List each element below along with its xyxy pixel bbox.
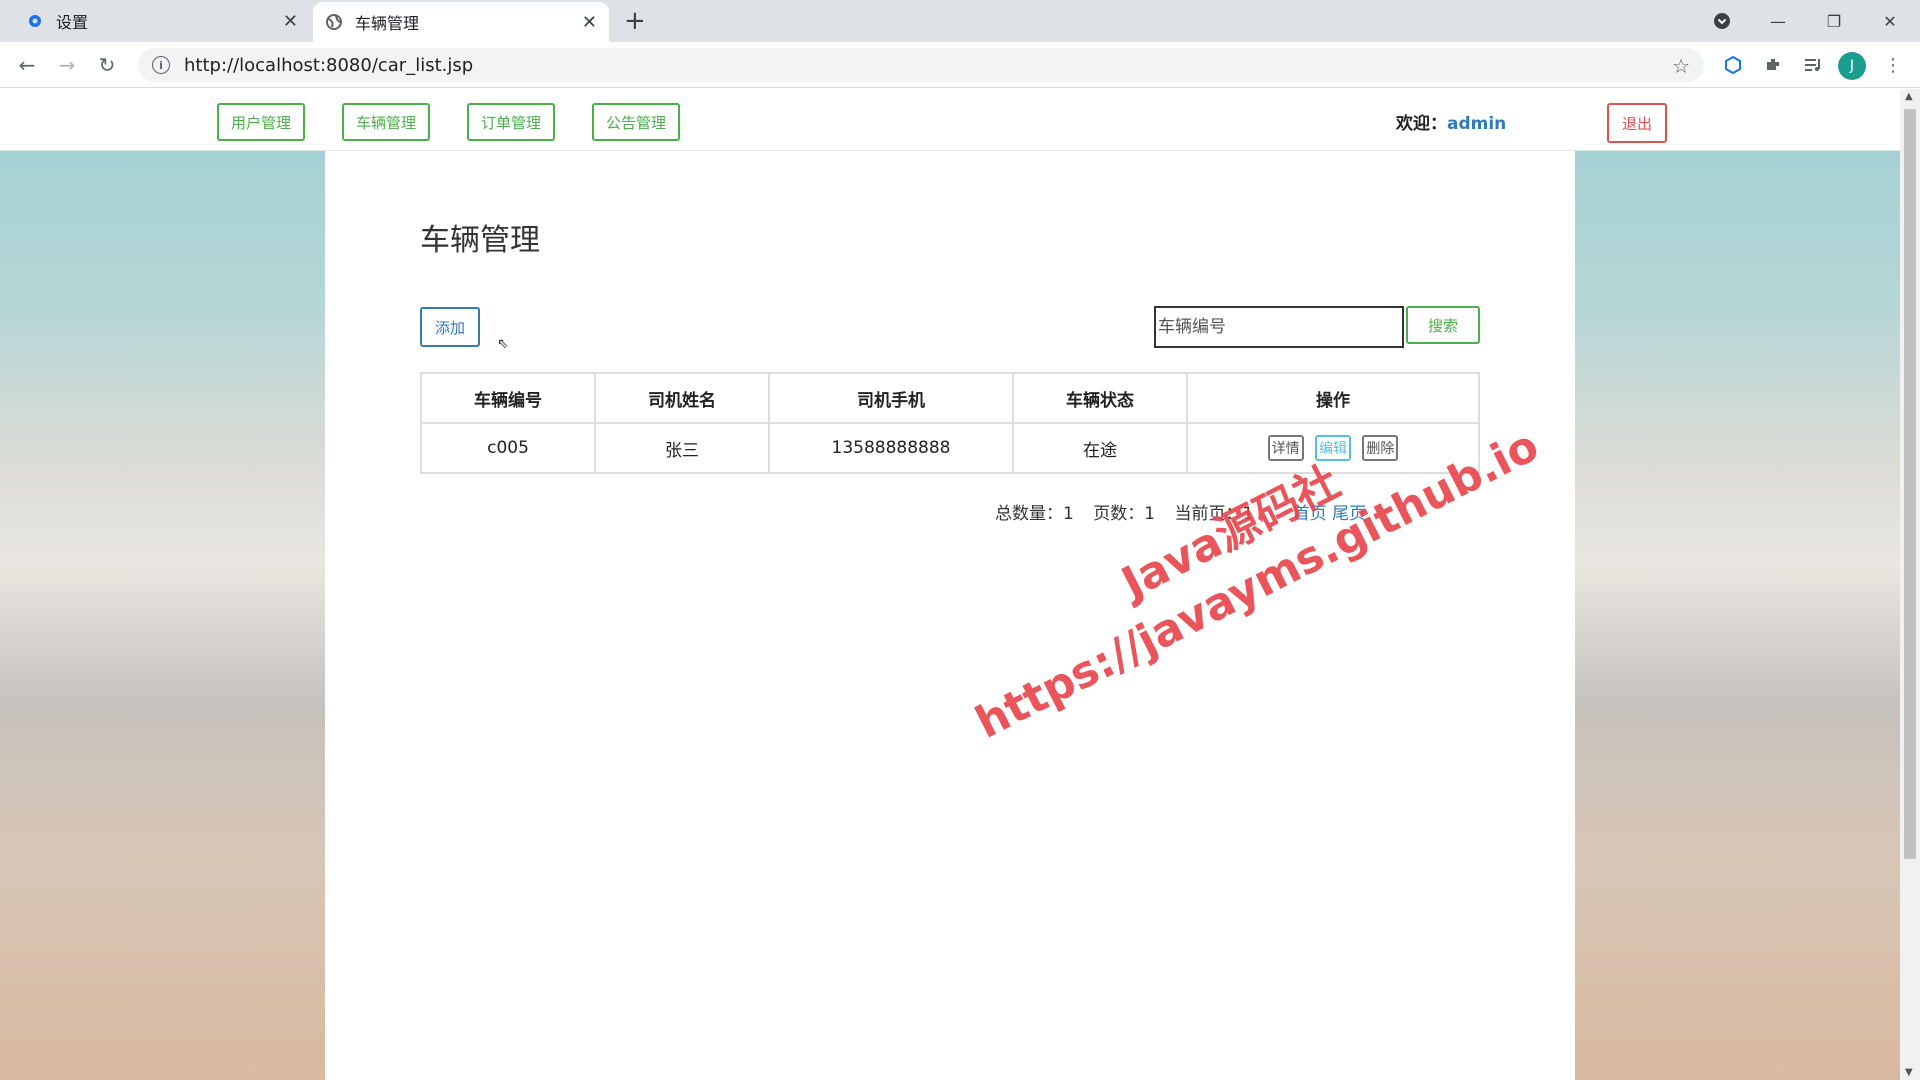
welcome-text: 欢迎：admin bbox=[1396, 109, 1506, 134]
mouse-cursor-icon: ⇖ bbox=[497, 336, 509, 352]
tab-settings[interactable]: 设置 ✕ bbox=[0, 0, 310, 42]
tab-search-icon[interactable] bbox=[1694, 0, 1750, 42]
top-navigation: 用户管理 车辆管理 订单管理 公告管理 欢迎：admin 退出 bbox=[0, 89, 1900, 151]
browser-tab-bar: 设置 ✕ 车辆管理 ✕ + — ❐ ✕ bbox=[0, 0, 1920, 42]
nav-car-management[interactable]: 车辆管理 bbox=[342, 103, 431, 141]
bookmark-star-icon[interactable]: ☆ bbox=[1672, 54, 1690, 78]
cell-status: 在途 bbox=[1012, 422, 1188, 474]
menu-kebab-icon[interactable]: ⋮ bbox=[1878, 50, 1908, 80]
scroll-up-icon[interactable]: ▲ bbox=[1905, 91, 1913, 102]
column-header: 司机手机 bbox=[768, 372, 1014, 424]
column-header: 司机姓名 bbox=[594, 372, 770, 424]
search-button[interactable]: 搜索 bbox=[1406, 306, 1480, 344]
column-header: 车辆编号 bbox=[420, 372, 596, 424]
welcome-label: 欢迎： bbox=[1396, 114, 1447, 134]
close-tab-icon[interactable]: ✕ bbox=[283, 11, 298, 32]
gear-icon bbox=[26, 12, 44, 30]
close-tab-icon[interactable]: ✕ bbox=[582, 12, 597, 33]
logout-button[interactable]: 退出 bbox=[1607, 103, 1667, 143]
url-text: http://localhost:8080/car_list.jsp bbox=[184, 54, 474, 76]
add-button[interactable]: 添加 bbox=[420, 307, 480, 347]
profile-avatar[interactable]: J bbox=[1838, 52, 1866, 80]
cell-driver: 张三 bbox=[594, 422, 770, 474]
nav-user-management[interactable]: 用户管理 bbox=[217, 103, 306, 141]
forward-icon[interactable]: → bbox=[52, 50, 82, 80]
page-count: 页数：1 bbox=[1093, 504, 1156, 524]
globe-icon bbox=[325, 13, 343, 31]
back-icon[interactable]: ← bbox=[12, 50, 42, 80]
page-title: 车辆管理 bbox=[420, 223, 540, 258]
reload-icon[interactable]: ↻ bbox=[92, 50, 122, 80]
minimize-icon[interactable]: — bbox=[1750, 0, 1806, 42]
table-header-row: 车辆编号 司机姓名 司机手机 车辆状态 操作 bbox=[420, 372, 1480, 424]
cell-phone: 13588888888 bbox=[768, 422, 1014, 474]
media-queue-icon[interactable] bbox=[1798, 50, 1828, 80]
tab-title: 车辆管理 bbox=[355, 14, 420, 33]
total-count: 总数量：1 bbox=[995, 504, 1074, 524]
nav-notice-management[interactable]: 公告管理 bbox=[592, 103, 681, 141]
main-content: 车辆管理 添加 ⇖ 搜索 车辆编号 司机姓名 司机手机 车辆状态 操作 c005… bbox=[325, 151, 1575, 1080]
tab-car-management[interactable]: 车辆管理 ✕ bbox=[313, 2, 609, 42]
scroll-thumb[interactable] bbox=[1904, 109, 1916, 859]
url-field[interactable]: i http://localhost:8080/car_list.jsp ☆ bbox=[138, 48, 1704, 82]
nav-order-management[interactable]: 订单管理 bbox=[467, 103, 556, 141]
extension-hexagon-icon[interactable] bbox=[1718, 50, 1748, 80]
extensions-puzzle-icon[interactable] bbox=[1758, 50, 1788, 80]
close-window-icon[interactable]: ✕ bbox=[1862, 0, 1918, 42]
new-tab-icon[interactable]: + bbox=[624, 6, 646, 36]
site-info-icon[interactable]: i bbox=[152, 56, 170, 74]
scroll-down-icon[interactable]: ▼ bbox=[1905, 1067, 1913, 1078]
detail-button[interactable]: 详情 bbox=[1267, 435, 1304, 461]
restore-icon[interactable]: ❐ bbox=[1806, 0, 1862, 42]
search-input[interactable] bbox=[1154, 306, 1404, 348]
vertical-scrollbar[interactable]: ▲ ▼ bbox=[1900, 89, 1920, 1080]
column-header: 车辆状态 bbox=[1012, 372, 1188, 424]
address-bar: ← → ↻ i http://localhost:8080/car_list.j… bbox=[0, 42, 1920, 88]
tab-title: 设置 bbox=[56, 13, 89, 32]
cell-car-no: c005 bbox=[420, 422, 596, 474]
page-viewport: 用户管理 车辆管理 订单管理 公告管理 欢迎：admin 退出 车辆管理 添加 … bbox=[0, 89, 1900, 1080]
username: admin bbox=[1447, 114, 1507, 134]
